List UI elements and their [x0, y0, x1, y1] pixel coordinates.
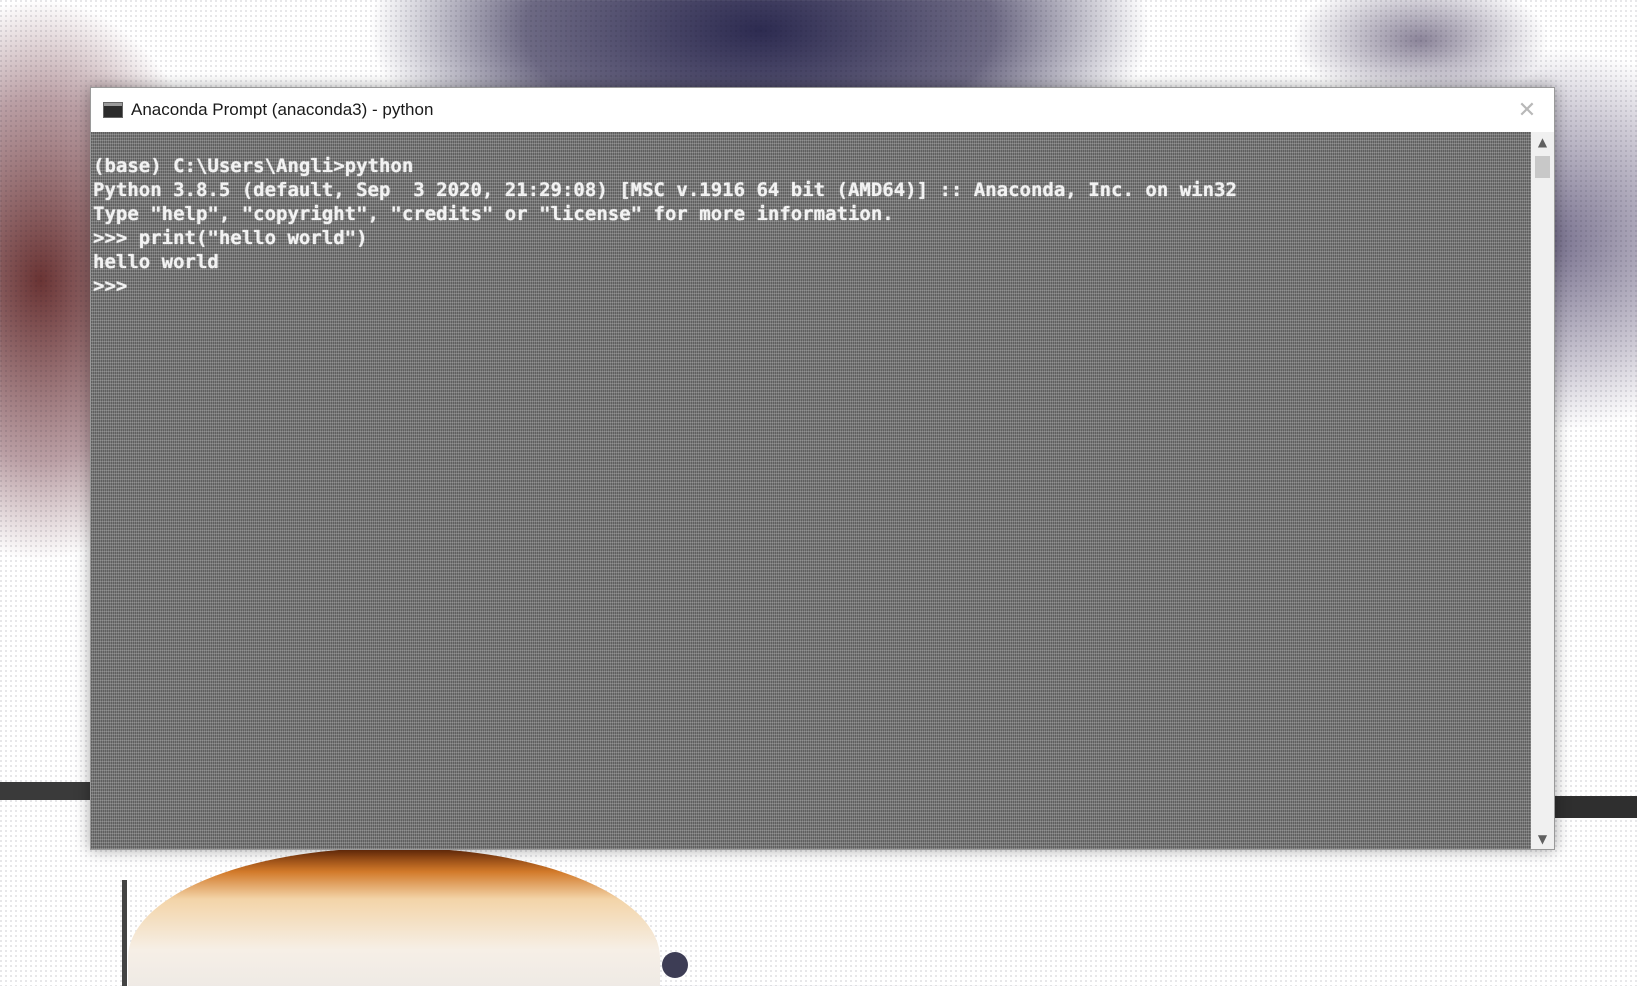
- close-button[interactable]: ✕: [1510, 94, 1544, 126]
- title-bar[interactable]: Anaconda Prompt (anaconda3) - python ✕: [91, 88, 1554, 132]
- console-line: (base) C:\Users\Angli>python: [93, 155, 414, 177]
- background-object-left: [0, 782, 92, 800]
- background-lamp: [128, 848, 660, 986]
- console-line: hello world: [93, 251, 219, 273]
- console-line: >>> print("hello world"): [93, 227, 368, 249]
- background-knob: [662, 952, 688, 978]
- console-line: Type "help", "copyright", "credits" or "…: [93, 203, 894, 225]
- scroll-up-arrow-icon: ▲: [1537, 135, 1548, 149]
- console-output-area[interactable]: (base) C:\Users\Angli>python Python 3.8.5…: [91, 132, 1531, 849]
- scroll-down-arrow-icon: ▼: [1537, 832, 1548, 846]
- background-object-right: [1555, 796, 1637, 818]
- console-text: (base) C:\Users\Angli>python Python 3.8.5…: [93, 154, 1237, 298]
- console-icon: [103, 102, 123, 118]
- console-prompt-line: >>>: [93, 275, 128, 297]
- close-icon: ✕: [1517, 97, 1537, 123]
- scroll-down-button[interactable]: ▼: [1531, 829, 1554, 849]
- vertical-scrollbar[interactable]: ▲ ▼: [1531, 132, 1554, 849]
- scroll-thumb[interactable]: [1535, 156, 1550, 178]
- background-stand: [122, 880, 127, 986]
- console-line: Python 3.8.5 (default, Sep 3 2020, 21:29…: [93, 179, 1237, 201]
- anaconda-prompt-window[interactable]: Anaconda Prompt (anaconda3) - python ✕ (…: [90, 87, 1555, 850]
- scroll-up-button[interactable]: ▲: [1531, 132, 1554, 152]
- window-title: Anaconda Prompt (anaconda3) - python: [131, 100, 434, 119]
